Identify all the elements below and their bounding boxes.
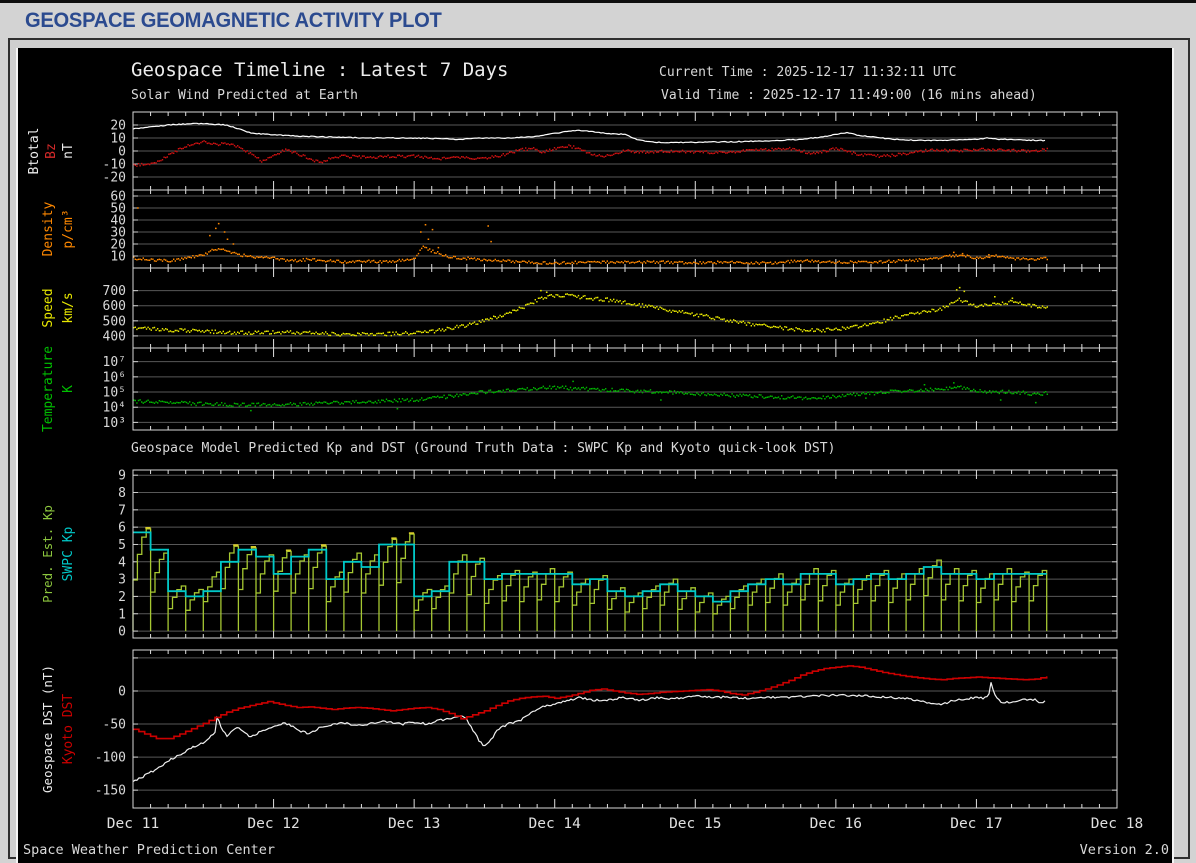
svg-text:6: 6 [118, 521, 126, 536]
svg-text:10⁴: 10⁴ [103, 401, 126, 416]
svg-text:Speed: Speed [41, 288, 56, 327]
middle-section-title: Geospace Model Predicted Kp and DST (Gro… [131, 441, 836, 456]
svg-text:Temperature: Temperature [41, 346, 56, 432]
svg-text:10⁶: 10⁶ [103, 370, 126, 385]
svg-text:Dec 18: Dec 18 [1091, 816, 1143, 832]
svg-text:-20: -20 [103, 171, 126, 186]
valid-time-label: Valid Time : 2025-12-17 11:49:00 (16 min… [661, 88, 1037, 103]
svg-text:Bz: Bz [44, 143, 59, 159]
page-header: GEOSPACE GEOMAGNETIC ACTIVITY PLOT [24, 9, 442, 32]
svg-text:-50: -50 [103, 718, 126, 733]
svg-text:0: 0 [118, 684, 126, 699]
credit-text: Space Weather Prediction Center [23, 842, 275, 858]
svg-text:Btotal: Btotal [27, 128, 42, 175]
svg-text:Dec 12: Dec 12 [247, 816, 299, 832]
svg-text:km/s: km/s [61, 292, 76, 323]
svg-text:10: 10 [110, 250, 126, 265]
version-text: Version 2.0 [1079, 842, 1169, 858]
svg-text:Geospace DST (nT): Geospace DST (nT) [40, 665, 55, 793]
svg-text:7: 7 [118, 503, 126, 518]
svg-text:4: 4 [118, 555, 126, 570]
svg-text:500: 500 [103, 314, 126, 329]
plot-canvas: 20 10 0 -10 -20 Btotal Bz nT 60 50 40 30 20 10 Density… [16, 48, 1174, 863]
svg-text:-100: -100 [95, 751, 126, 766]
svg-text:600: 600 [103, 299, 126, 314]
svg-text:10⁵: 10⁵ [103, 386, 126, 401]
current-time-label: Current Time : 2025-12-17 11:32:11 UTC [659, 65, 957, 80]
svg-text:-150: -150 [95, 784, 126, 799]
svg-text:3: 3 [118, 573, 126, 588]
svg-text:Dec 13: Dec 13 [388, 816, 440, 832]
plot-title: Geospace Timeline : Latest 7 Days [131, 59, 509, 81]
svg-text:400: 400 [103, 329, 126, 344]
svg-text:Density: Density [41, 201, 56, 256]
svg-text:0: 0 [118, 625, 126, 640]
svg-text:Dec 16: Dec 16 [810, 816, 862, 832]
svg-text:nT: nT [61, 143, 76, 159]
plot-footer: Space Weather Prediction Center Version … [23, 842, 1169, 858]
svg-text:10³: 10³ [103, 416, 126, 431]
svg-text:700: 700 [103, 284, 126, 299]
svg-text:Dec 15: Dec 15 [669, 816, 721, 832]
svg-text:Dec 17: Dec 17 [950, 816, 1002, 832]
svg-text:8: 8 [118, 486, 126, 501]
svg-text:5: 5 [118, 538, 126, 553]
svg-text:Dec 14: Dec 14 [529, 816, 582, 832]
svg-text:p/cm³: p/cm³ [61, 209, 76, 248]
svg-text:2: 2 [118, 590, 126, 605]
svg-text:9: 9 [118, 469, 126, 484]
svg-text:10⁷: 10⁷ [103, 355, 126, 370]
svg-text:Kyoto DST: Kyoto DST [61, 694, 76, 765]
svg-text:Dec 11: Dec 11 [107, 816, 159, 832]
svg-text:K: K [61, 385, 76, 393]
plot-frame: 20 10 0 -10 -20 Btotal Bz nT 60 50 40 30 20 10 Density… [8, 38, 1190, 863]
svg-text:Pred. Est. Kp: Pred. Est. Kp [40, 505, 55, 603]
plot-subtitle: Solar Wind Predicted at Earth [131, 88, 358, 103]
svg-text:SWPC Kp: SWPC Kp [61, 526, 76, 581]
svg-text:1: 1 [118, 607, 126, 622]
